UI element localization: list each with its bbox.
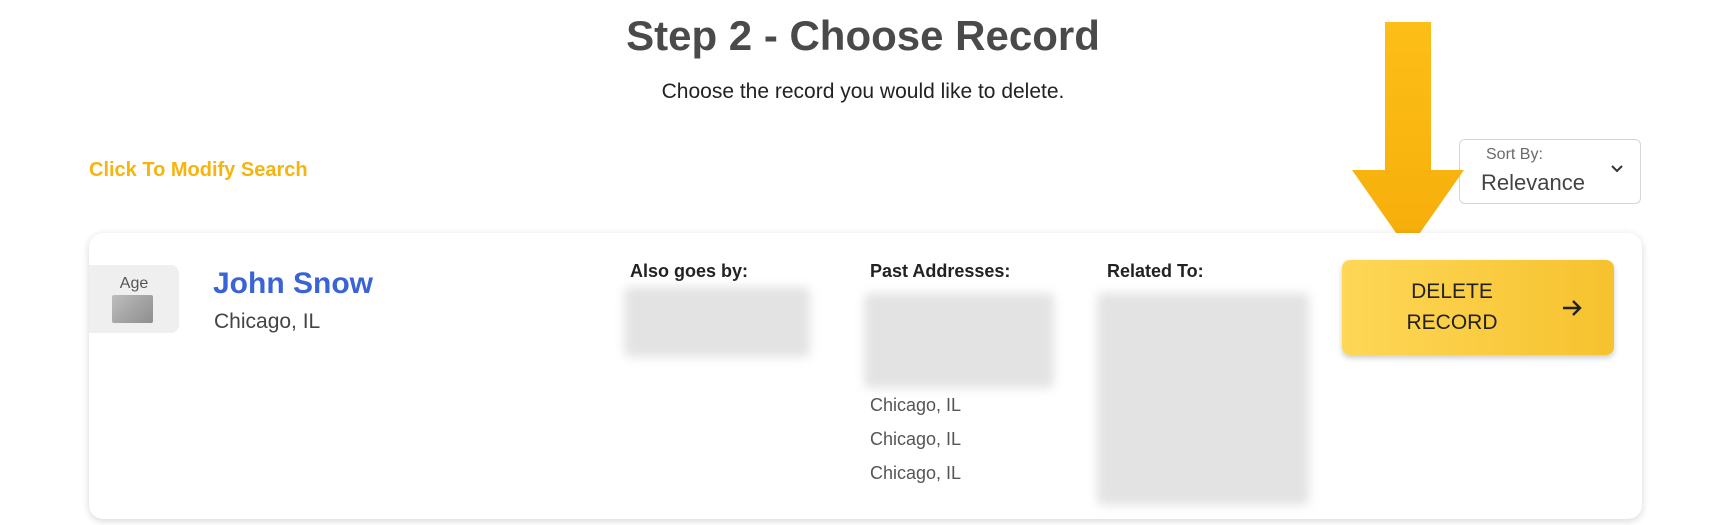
sort-dropdown[interactable]: Sort By: Relevance bbox=[1459, 139, 1641, 204]
age-label: Age bbox=[119, 275, 149, 292]
down-arrow-indicator-icon bbox=[1352, 22, 1464, 250]
age-value-redacted bbox=[112, 295, 153, 323]
page-title: Step 2 - Choose Record bbox=[626, 12, 1100, 59]
modify-search-link[interactable]: Click To Modify Search bbox=[89, 159, 308, 182]
past-addresses-heading: Past Addresses: bbox=[870, 261, 1011, 281]
record-location: Chicago, IL bbox=[214, 310, 321, 333]
arrow-right-icon bbox=[1563, 300, 1582, 316]
past-address-item: Chicago, IL bbox=[870, 395, 962, 415]
also-goes-by-heading: Also goes by: bbox=[630, 261, 749, 281]
sort-label: Sort By: bbox=[1486, 146, 1543, 163]
record-name[interactable]: John Snow bbox=[213, 267, 373, 301]
page-subtitle: Choose the record you would like to dele… bbox=[661, 80, 1065, 103]
also-goes-by-redacted bbox=[624, 287, 810, 357]
age-box: Age bbox=[89, 265, 179, 333]
past-address-item: Chicago, IL bbox=[870, 429, 962, 449]
record-card: Age John Snow Chicago, IL Also goes by: … bbox=[89, 233, 1642, 519]
related-to-redacted bbox=[1097, 293, 1309, 505]
past-address-item: Chicago, IL bbox=[870, 463, 962, 483]
delete-record-label: DELETE RECORD bbox=[1406, 280, 1498, 334]
delete-record-button[interactable]: DELETE RECORD bbox=[1342, 260, 1614, 355]
chevron-down-icon bbox=[1611, 165, 1623, 173]
sort-selected-value: Relevance bbox=[1481, 170, 1585, 195]
past-addresses-redacted bbox=[864, 293, 1054, 388]
related-to-heading: Related To: bbox=[1107, 261, 1204, 281]
